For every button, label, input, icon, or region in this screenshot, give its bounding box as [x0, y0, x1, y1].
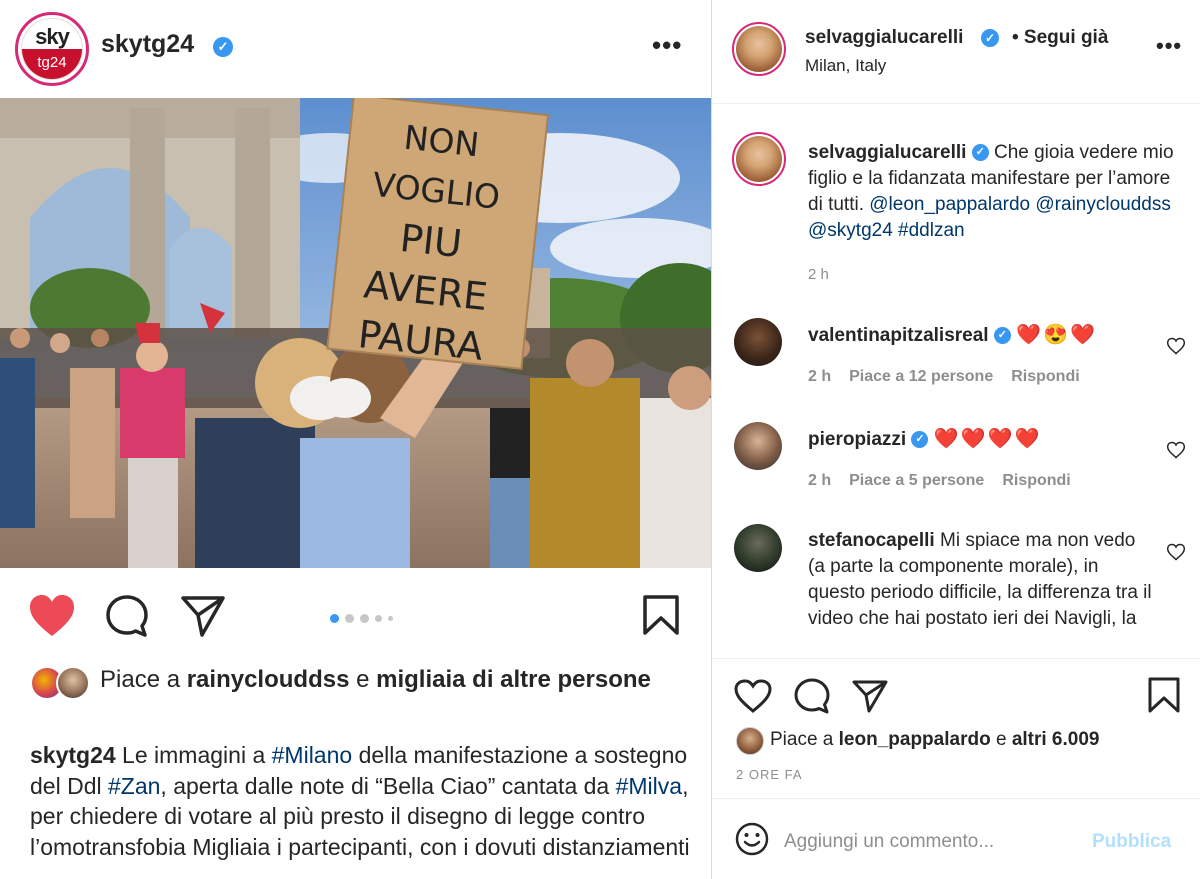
bookmark-icon[interactable]	[1148, 677, 1180, 713]
comment-time: 2 h	[808, 368, 832, 385]
carousel-dot	[375, 615, 382, 623]
carousel-dot	[345, 614, 354, 624]
verified-icon: ✓	[911, 431, 929, 449]
liker-avatar	[736, 727, 764, 755]
reply-button[interactable]: Rispondi	[1002, 472, 1070, 489]
logo-top-text: sky	[22, 19, 82, 49]
liker-avatar	[56, 666, 90, 700]
comment-meta: 2 h Piace a 5 persone Rispondi	[808, 472, 1089, 490]
carousel-dot	[360, 614, 369, 624]
detail-header: selvaggialucarelli ✓ • Segui già Milan, …	[712, 0, 1200, 104]
share-icon[interactable]	[852, 679, 888, 713]
hashtag-link[interactable]: #Milva	[616, 773, 682, 799]
likes-prefix: Piace a	[770, 729, 839, 750]
heart-outline-icon[interactable]	[1166, 542, 1186, 562]
comment-body: pieropiazzi ✓ ❤️❤️❤️❤️	[808, 426, 1148, 453]
liker-username[interactable]: rainyclouddss	[187, 666, 350, 693]
verified-icon: ✓	[981, 29, 999, 47]
likers-avatars	[30, 666, 94, 702]
post-location[interactable]: Milan, Italy	[805, 56, 886, 76]
comment-body: valentinapitzalisreal ✓ ❤️😍❤️	[808, 322, 1148, 349]
hashtag-link[interactable]: #Milano	[272, 742, 353, 768]
commenter-avatar[interactable]	[734, 422, 782, 470]
author-avatar[interactable]	[732, 22, 786, 76]
caption-username[interactable]: selvaggialucarelli	[808, 142, 966, 163]
carousel-indicator	[330, 610, 399, 624]
comment-username[interactable]: valentinapitzalisreal	[808, 325, 989, 346]
detail-caption: selvaggialucarelli ✓ Che gioia vedere mi…	[808, 140, 1178, 244]
carousel-dot	[388, 616, 393, 622]
publish-button[interactable]: Pubblica	[1092, 831, 1171, 853]
skytg24-logo: sky tg24	[21, 18, 83, 80]
bookmark-icon[interactable]	[642, 594, 680, 636]
add-comment-bar: Pubblica	[712, 798, 1200, 879]
caption-username[interactable]: skytg24	[30, 742, 116, 768]
verified-icon: ✓	[971, 144, 989, 162]
likes-others[interactable]: altri 6.009	[1012, 729, 1100, 750]
comment-likes[interactable]: Piace a 12 persone	[849, 368, 993, 385]
heart-outline-icon[interactable]	[1166, 440, 1186, 460]
heart-outline-icon[interactable]	[1166, 336, 1186, 356]
post-caption: skytg24 Le immagini a #Milano della mani…	[30, 740, 690, 862]
likes-middle: e	[990, 729, 1012, 750]
sign-line: NON VOGLIO	[370, 117, 502, 217]
detail-actions: Piace a leon_pappalardo e altri 6.009 2 …	[712, 658, 1200, 798]
caption-author-avatar[interactable]	[732, 132, 786, 186]
comment-icon[interactable]	[104, 594, 150, 640]
liker-username[interactable]: leon_pappalardo	[839, 729, 991, 750]
caption-time: 2 h	[808, 266, 829, 283]
post-date[interactable]: 2 ORE FA	[736, 767, 803, 782]
comment-meta: 2 h Piace a 12 persone Rispondi	[808, 368, 1098, 386]
comment-input[interactable]	[784, 827, 1074, 857]
feed-post: sky tg24 skytg24 ✓ ••• NON VOGLIO PIU AV…	[0, 0, 712, 879]
comment-username[interactable]: stefanocapelli	[808, 530, 935, 551]
hashtag-link[interactable]: #Zan	[108, 773, 160, 799]
comment-username[interactable]: pieropiazzi	[808, 429, 906, 450]
verified-icon: ✓	[213, 37, 233, 57]
likes-summary[interactable]: Piace a rainyclouddss e migliaia di altr…	[30, 664, 690, 700]
protest-sign-text: NON VOGLIO PIU AVERE PAURA	[323, 107, 538, 375]
post-detail-panel: selvaggialucarelli ✓ • Segui già Milan, …	[712, 0, 1200, 879]
likes-others[interactable]: migliaia di altre persone	[376, 666, 651, 693]
comments-list[interactable]: selvaggialucarelli ✓ Che gioia vedere mi…	[712, 104, 1200, 658]
account-avatar[interactable]: sky tg24	[15, 12, 89, 86]
carousel-dot-active	[330, 614, 339, 624]
emoji-icon[interactable]	[734, 821, 770, 857]
likes-middle: e	[349, 666, 377, 693]
post-account-name[interactable]: skytg24	[101, 30, 194, 59]
commenter-avatar[interactable]	[734, 318, 782, 366]
comment-icon[interactable]	[794, 678, 830, 714]
post-photo[interactable]: NON VOGLIO PIU AVERE PAURA	[0, 98, 711, 568]
comment-text: ❤️😍❤️	[1016, 324, 1097, 346]
reply-button[interactable]: Rispondi	[1011, 368, 1079, 385]
heart-outline-icon[interactable]	[734, 679, 772, 713]
comment-likes[interactable]: Piace a 5 persone	[849, 472, 984, 489]
more-options-icon[interactable]: •••	[652, 30, 682, 61]
post-actions	[0, 580, 711, 650]
more-options-icon[interactable]: •••	[1156, 33, 1182, 59]
following-button[interactable]: • Segui già	[1012, 27, 1108, 49]
comment-body: stefanocapelli Mi spiace ma non vedo (a …	[808, 528, 1153, 632]
share-icon[interactable]	[180, 594, 226, 638]
commenter-avatar[interactable]	[734, 524, 782, 572]
logo-bottom-text: tg24	[22, 49, 82, 79]
caption-text: Le immagini a	[115, 742, 272, 768]
author-username[interactable]: selvaggialucarelli	[805, 27, 963, 49]
caption-text: , aperta dalle note di “Bella Ciao” cant…	[160, 772, 616, 799]
comment-time: 2 h	[808, 472, 832, 489]
likes-summary[interactable]: Piace a leon_pappalardo e altri 6.009	[736, 727, 1100, 755]
comment-text: ❤️❤️❤️❤️	[933, 428, 1042, 450]
heart-filled-icon[interactable]	[28, 594, 76, 638]
likes-prefix: Piace a	[100, 666, 187, 693]
post-header: sky tg24 skytg24 ✓ •••	[0, 0, 711, 98]
verified-icon: ✓	[993, 327, 1011, 345]
